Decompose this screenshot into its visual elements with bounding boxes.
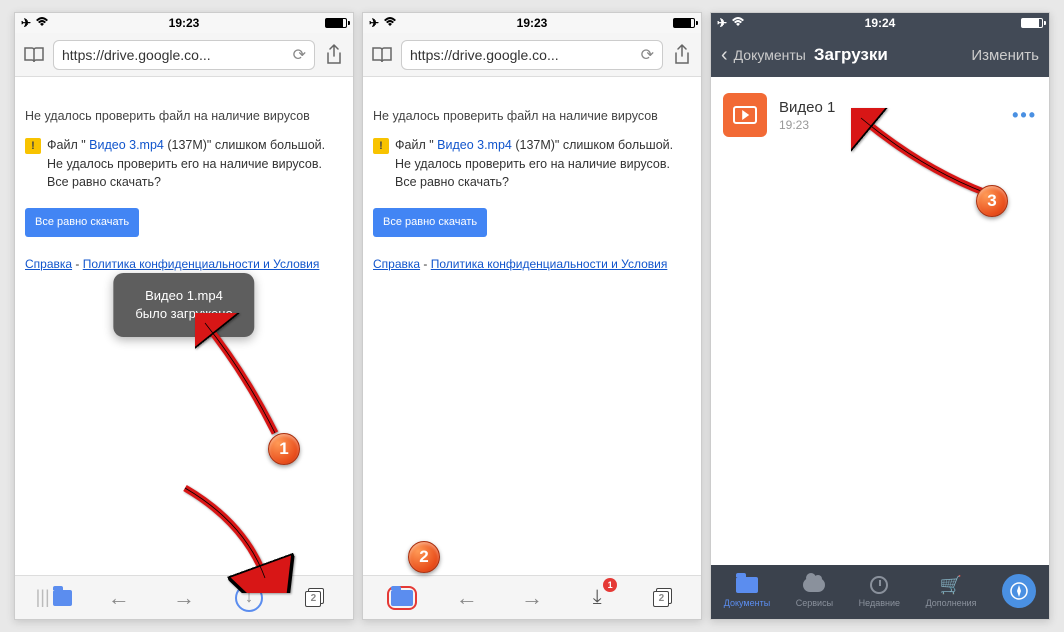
edit-button[interactable]: Изменить (971, 47, 1039, 64)
address-bar[interactable]: https://drive.google.co... ⟳ (53, 40, 315, 70)
wifi-icon (35, 16, 49, 30)
list-item[interactable]: Видео 1 19:23 ••• (723, 87, 1037, 143)
forward-icon[interactable]: → (166, 580, 202, 616)
virus-body: Файл " Видео 3.mp4 (137M)" слишком больш… (47, 136, 343, 192)
help-link[interactable]: Справка (373, 257, 420, 271)
back-label[interactable]: Документы (734, 47, 806, 63)
phone-2: ✈︎ 19:23 https://drive.google.co... ⟳ Не… (362, 12, 702, 620)
bookmarks-icon[interactable] (23, 44, 45, 66)
share-icon[interactable] (323, 43, 345, 67)
download-anyway-button[interactable]: Все равно скачать (373, 208, 487, 237)
file-link[interactable]: Видео 3.mp4 (437, 138, 512, 152)
compass-button[interactable] (1002, 574, 1036, 608)
clock-icon (870, 576, 888, 594)
page-content: Не удалось проверить файл на наличие вир… (363, 77, 701, 575)
battery-icon (1021, 18, 1043, 28)
policy-link[interactable]: Политика конфиденциальности и Условия (431, 257, 668, 271)
status-bar: ✈︎ 19:24 (711, 13, 1049, 33)
bookmarks-icon[interactable] (371, 44, 393, 66)
virus-heading: Не удалось проверить файл на наличие вир… (25, 107, 343, 126)
downloads-icon[interactable]: ⤓ 1 (579, 580, 615, 616)
bottom-toolbar: ||| ← → ↓ 2 (15, 575, 353, 619)
address-bar[interactable]: https://drive.google.co... ⟳ (401, 40, 663, 70)
tabs-icon[interactable]: 2 (644, 580, 680, 616)
bottom-toolbar: ← → ⤓ 1 2 (363, 575, 701, 619)
virus-heading: Не удалось проверить файл на наличие вир… (373, 107, 691, 126)
forward-icon[interactable]: → (514, 580, 550, 616)
tabs-icon[interactable]: 2 (296, 580, 332, 616)
phone-3: ✈︎ 19:24 ‹ Документы Загрузки Изменить В… (710, 12, 1050, 620)
battery-icon (325, 18, 347, 28)
file-name: Видео 1 (779, 99, 1000, 116)
more-icon[interactable]: ••• (1012, 105, 1037, 126)
download-badge: 1 (603, 578, 617, 592)
sidebar-toggle-icon[interactable]: ||| (36, 580, 72, 616)
download-anyway-button[interactable]: Все равно скачать (25, 208, 139, 237)
status-bar: ✈︎ 19:23 (15, 13, 353, 33)
footer-links: Справка - Политика конфиденциальности и … (373, 255, 691, 273)
tab-addons[interactable]: 🛒 Дополнения (926, 574, 977, 608)
video-file-icon (723, 93, 767, 137)
tab-services[interactable]: Сервисы (796, 574, 833, 608)
downloads-icon[interactable]: ↓ (231, 580, 267, 616)
cart-icon: 🛒 (940, 574, 962, 596)
nav-title: Загрузки (814, 45, 888, 65)
url-text: https://drive.google.co... (62, 47, 287, 63)
back-chevron-icon[interactable]: ‹ (721, 44, 728, 67)
help-link[interactable]: Справка (25, 257, 72, 271)
cloud-icon (803, 578, 825, 592)
wifi-icon (731, 16, 745, 30)
status-time: 19:23 (169, 16, 200, 30)
browser-toolbar: https://drive.google.co... ⟳ (363, 33, 701, 77)
tab-recent[interactable]: Недавние (859, 574, 900, 608)
browser-toolbar: https://drive.google.co... ⟳ (15, 33, 353, 77)
folder-icon[interactable] (384, 580, 420, 616)
policy-link[interactable]: Политика конфиденциальности и Условия (83, 257, 320, 271)
url-text: https://drive.google.co... (410, 47, 635, 63)
tab-documents[interactable]: Документы (724, 574, 770, 608)
status-time: 19:24 (865, 16, 896, 30)
downloads-list: Видео 1 19:23 ••• (711, 77, 1049, 565)
wifi-icon (383, 16, 397, 30)
reload-icon[interactable]: ⟳ (293, 45, 306, 65)
status-bar: ✈︎ 19:23 (363, 13, 701, 33)
share-icon[interactable] (671, 43, 693, 67)
file-link[interactable]: Видео 3.mp4 (89, 138, 164, 152)
back-icon[interactable]: ← (449, 580, 485, 616)
reload-icon[interactable]: ⟳ (641, 45, 654, 65)
file-time: 19:23 (779, 118, 1000, 132)
phone-1: ✈︎ 19:23 https://drive.google.co... ⟳ Не… (14, 12, 354, 620)
battery-icon (673, 18, 695, 28)
download-toast: Видео 1.mp4 было загружено (113, 273, 254, 337)
nav-bar: ‹ Документы Загрузки Изменить (711, 33, 1049, 77)
virus-body: Файл " Видео 3.mp4 (137M)" слишком больш… (395, 136, 691, 192)
airplane-icon: ✈︎ (369, 16, 379, 30)
footer-links: Справка - Политика конфиденциальности и … (25, 255, 343, 273)
tab-bar: Документы Сервисы Недавние 🛒 Дополнения (711, 565, 1049, 619)
warning-icon (25, 138, 41, 154)
warning-icon (373, 138, 389, 154)
airplane-icon: ✈︎ (21, 16, 31, 30)
airplane-icon: ✈︎ (717, 16, 727, 30)
status-time: 19:23 (517, 16, 548, 30)
back-icon[interactable]: ← (101, 580, 137, 616)
